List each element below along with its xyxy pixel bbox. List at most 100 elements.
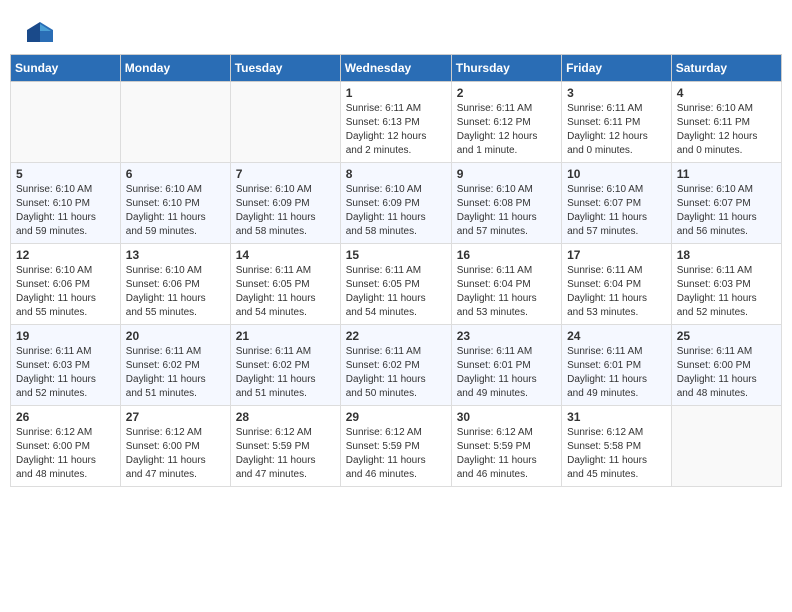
day-number: 17 xyxy=(567,248,666,262)
calendar-cell xyxy=(11,82,121,163)
day-info: Sunrise: 6:12 AMSunset: 6:00 PMDaylight:… xyxy=(126,426,225,482)
day-number: 25 xyxy=(677,329,776,343)
day-number: 8 xyxy=(346,167,446,181)
weekday-monday: Monday xyxy=(120,55,230,82)
calendar-cell: 19 Sunrise: 6:11 AMSunset: 6:03 PMDayligh… xyxy=(11,325,121,406)
day-info: Sunrise: 6:10 AMSunset: 6:10 PMDaylight:… xyxy=(126,183,225,239)
calendar-week-1: 5Sunrise: 6:10 AMSunset: 6:10 PMDaylight… xyxy=(11,163,782,244)
day-number: 20 xyxy=(126,329,225,343)
calendar-cell xyxy=(230,82,340,163)
day-info: Sunrise: 6:11 AMSunset: 6:02 PMDaylight:… xyxy=(126,345,225,401)
day-info: Sunrise: 6:11 AMSunset: 6:00 PMDaylight:… xyxy=(677,345,776,401)
day-info: Sunrise: 6:10 AMSunset: 6:10 PMDaylight:… xyxy=(16,183,115,239)
day-number: 28 xyxy=(236,410,335,424)
calendar-cell: 11 Sunrise: 6:10 AMSunset: 6:07 PMDayligh… xyxy=(671,163,781,244)
calendar-cell: 24 Sunrise: 6:11 AMSunset: 6:01 PMDayligh… xyxy=(562,325,672,406)
calendar-cell: 13Sunrise: 6:10 AMSunset: 6:06 PMDayligh… xyxy=(120,244,230,325)
day-number: 31 xyxy=(567,410,666,424)
day-info: Sunrise: 6:10 AMSunset: 6:09 PMDaylight:… xyxy=(346,183,446,239)
day-info: Sunrise: 6:12 AMSunset: 5:59 PMDaylight:… xyxy=(236,426,335,482)
day-info: Sunrise: 6:10 AMSunset: 6:11 PMDaylight:… xyxy=(677,102,776,158)
calendar-table: SundayMondayTuesdayWednesdayThursdayFrid… xyxy=(10,54,782,487)
day-number: 12 xyxy=(16,248,115,262)
day-info: Sunrise: 6:11 AMSunset: 6:04 PMDaylight:… xyxy=(457,264,556,320)
day-info: Sunrise: 6:11 AMSunset: 6:05 PMDaylight:… xyxy=(346,264,446,320)
day-info: Sunrise: 6:12 AMSunset: 6:00 PMDaylight:… xyxy=(16,426,115,482)
calendar-cell: 15 Sunrise: 6:11 AMSunset: 6:05 PMDayligh… xyxy=(340,244,451,325)
calendar-cell: 25 Sunrise: 6:11 AMSunset: 6:00 PMDayligh… xyxy=(671,325,781,406)
day-number: 14 xyxy=(236,248,335,262)
logo-icon xyxy=(25,20,55,44)
logo xyxy=(25,20,57,44)
weekday-tuesday: Tuesday xyxy=(230,55,340,82)
day-info: Sunrise: 6:12 AMSunset: 5:59 PMDaylight:… xyxy=(346,426,446,482)
day-info: Sunrise: 6:10 AMSunset: 6:09 PMDaylight:… xyxy=(236,183,335,239)
day-number: 2 xyxy=(457,86,556,100)
day-info: Sunrise: 6:11 AMSunset: 6:02 PMDaylight:… xyxy=(346,345,446,401)
calendar-cell: 26 Sunrise: 6:12 AMSunset: 6:00 PMDayligh… xyxy=(11,406,121,487)
day-number: 13 xyxy=(126,248,225,262)
calendar-cell: 28 Sunrise: 6:12 AMSunset: 5:59 PMDayligh… xyxy=(230,406,340,487)
day-number: 16 xyxy=(457,248,556,262)
page-header xyxy=(10,10,782,49)
day-number: 26 xyxy=(16,410,115,424)
day-number: 4 xyxy=(677,86,776,100)
day-info: Sunrise: 6:12 AMSunset: 5:59 PMDaylight:… xyxy=(457,426,556,482)
calendar-cell: 10 Sunrise: 6:10 AMSunset: 6:07 PMDayligh… xyxy=(562,163,672,244)
weekday-header-row: SundayMondayTuesdayWednesdayThursdayFrid… xyxy=(11,55,782,82)
day-number: 11 xyxy=(677,167,776,181)
day-info: Sunrise: 6:11 AMSunset: 6:13 PMDaylight:… xyxy=(346,102,446,158)
day-info: Sunrise: 6:11 AMSunset: 6:03 PMDaylight:… xyxy=(677,264,776,320)
weekday-thursday: Thursday xyxy=(451,55,561,82)
calendar-cell: 5Sunrise: 6:10 AMSunset: 6:10 PMDaylight… xyxy=(11,163,121,244)
day-number: 7 xyxy=(236,167,335,181)
day-info: Sunrise: 6:10 AMSunset: 6:06 PMDaylight:… xyxy=(16,264,115,320)
day-number: 15 xyxy=(346,248,446,262)
day-number: 3 xyxy=(567,86,666,100)
day-number: 21 xyxy=(236,329,335,343)
calendar-cell: 31 Sunrise: 6:12 AMSunset: 5:58 PMDayligh… xyxy=(562,406,672,487)
day-info: Sunrise: 6:11 AMSunset: 6:11 PMDaylight:… xyxy=(567,102,666,158)
calendar-cell: 9 Sunrise: 6:10 AMSunset: 6:08 PMDaylight… xyxy=(451,163,561,244)
day-number: 10 xyxy=(567,167,666,181)
calendar-week-0: 1 Sunrise: 6:11 AMSunset: 6:13 PMDaylight… xyxy=(11,82,782,163)
day-info: Sunrise: 6:11 AMSunset: 6:04 PMDaylight:… xyxy=(567,264,666,320)
day-number: 19 xyxy=(16,329,115,343)
day-info: Sunrise: 6:10 AMSunset: 6:07 PMDaylight:… xyxy=(677,183,776,239)
day-info: Sunrise: 6:11 AMSunset: 6:01 PMDaylight:… xyxy=(457,345,556,401)
calendar-cell: 1 Sunrise: 6:11 AMSunset: 6:13 PMDaylight… xyxy=(340,82,451,163)
day-info: Sunrise: 6:11 AMSunset: 6:03 PMDaylight:… xyxy=(16,345,115,401)
calendar-cell: 27 Sunrise: 6:12 AMSunset: 6:00 PMDayligh… xyxy=(120,406,230,487)
day-number: 1 xyxy=(346,86,446,100)
day-number: 24 xyxy=(567,329,666,343)
calendar-cell: 12 Sunrise: 6:10 AMSunset: 6:06 PMDayligh… xyxy=(11,244,121,325)
calendar-week-2: 12 Sunrise: 6:10 AMSunset: 6:06 PMDayligh… xyxy=(11,244,782,325)
day-info: Sunrise: 6:11 AMSunset: 6:01 PMDaylight:… xyxy=(567,345,666,401)
day-number: 30 xyxy=(457,410,556,424)
weekday-wednesday: Wednesday xyxy=(340,55,451,82)
calendar-cell: 2 Sunrise: 6:11 AMSunset: 6:12 PMDaylight… xyxy=(451,82,561,163)
weekday-saturday: Saturday xyxy=(671,55,781,82)
day-info: Sunrise: 6:10 AMSunset: 6:08 PMDaylight:… xyxy=(457,183,556,239)
weekday-sunday: Sunday xyxy=(11,55,121,82)
day-info: Sunrise: 6:11 AMSunset: 6:12 PMDaylight:… xyxy=(457,102,556,158)
day-number: 22 xyxy=(346,329,446,343)
calendar-cell: 21 Sunrise: 6:11 AMSunset: 6:02 PMDayligh… xyxy=(230,325,340,406)
calendar-cell: 16 Sunrise: 6:11 AMSunset: 6:04 PMDayligh… xyxy=(451,244,561,325)
calendar-cell: 7 Sunrise: 6:10 AMSunset: 6:09 PMDaylight… xyxy=(230,163,340,244)
day-info: Sunrise: 6:11 AMSunset: 6:02 PMDaylight:… xyxy=(236,345,335,401)
calendar-week-3: 19 Sunrise: 6:11 AMSunset: 6:03 PMDayligh… xyxy=(11,325,782,406)
day-info: Sunrise: 6:10 AMSunset: 6:07 PMDaylight:… xyxy=(567,183,666,239)
day-number: 27 xyxy=(126,410,225,424)
day-number: 29 xyxy=(346,410,446,424)
day-number: 6 xyxy=(126,167,225,181)
calendar-cell: 14 Sunrise: 6:11 AMSunset: 6:05 PMDayligh… xyxy=(230,244,340,325)
day-info: Sunrise: 6:12 AMSunset: 5:58 PMDaylight:… xyxy=(567,426,666,482)
calendar-cell: 3 Sunrise: 6:11 AMSunset: 6:11 PMDaylight… xyxy=(562,82,672,163)
calendar-cell: 8 Sunrise: 6:10 AMSunset: 6:09 PMDaylight… xyxy=(340,163,451,244)
day-info: Sunrise: 6:11 AMSunset: 6:05 PMDaylight:… xyxy=(236,264,335,320)
day-number: 9 xyxy=(457,167,556,181)
calendar-cell: 17 Sunrise: 6:11 AMSunset: 6:04 PMDayligh… xyxy=(562,244,672,325)
calendar-cell xyxy=(671,406,781,487)
calendar-cell xyxy=(120,82,230,163)
